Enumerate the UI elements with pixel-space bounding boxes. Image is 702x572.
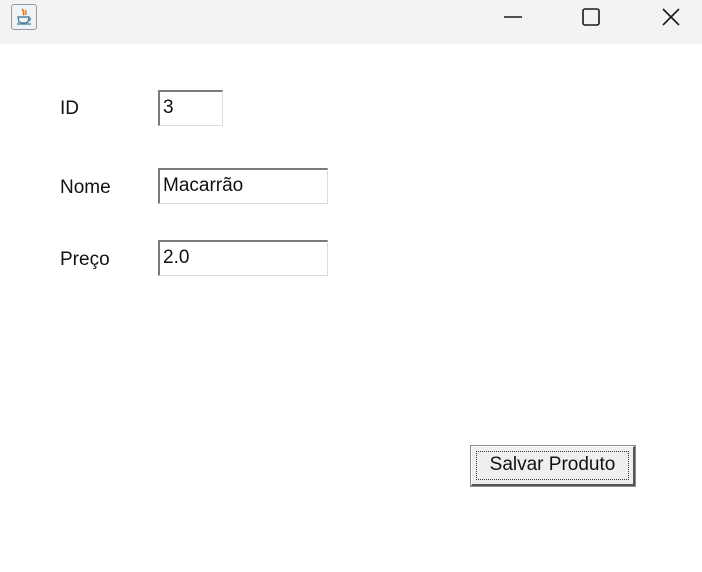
title-bar[interactable] — [0, 0, 702, 44]
app-window: ID 3 Nome Macarrão Preço 2.0 Salvar Prod… — [0, 0, 702, 572]
nome-label: Nome — [60, 177, 111, 198]
maximize-icon — [582, 8, 600, 26]
save-product-button[interactable]: Salvar Produto — [470, 445, 636, 487]
nome-field[interactable]: Macarrão — [158, 168, 328, 204]
maximize-button[interactable] — [562, 0, 620, 34]
minimize-icon — [504, 16, 522, 18]
id-label: ID — [60, 98, 79, 119]
id-field[interactable]: 3 — [158, 90, 223, 126]
java-cup-icon[interactable] — [11, 4, 37, 30]
preco-field[interactable]: 2.0 — [158, 240, 328, 276]
preco-label: Preço — [60, 249, 110, 270]
close-button[interactable] — [642, 0, 700, 34]
minimize-button[interactable] — [484, 0, 542, 34]
save-product-label: Salvar Produto — [489, 454, 616, 475]
close-icon — [662, 8, 680, 26]
